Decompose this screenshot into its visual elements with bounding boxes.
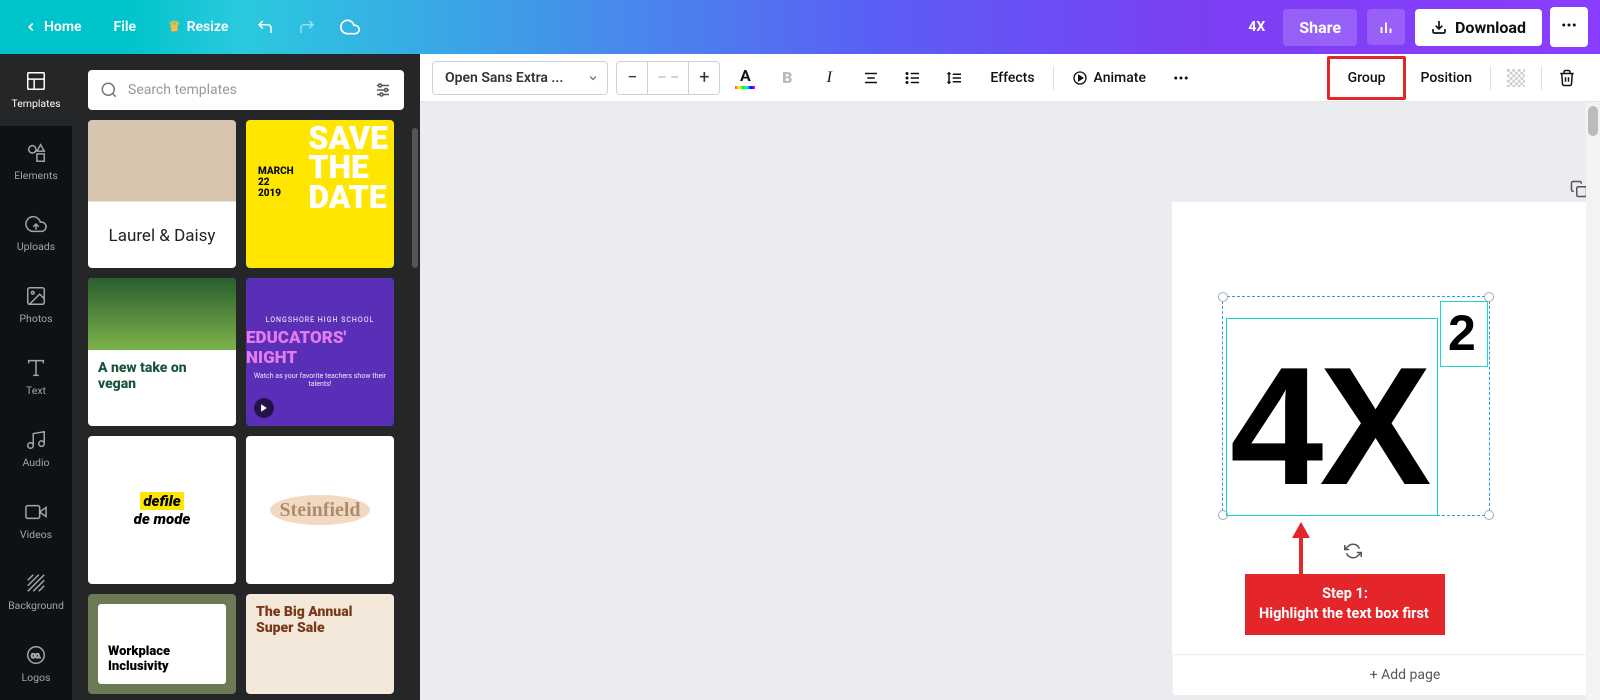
annotation-body: Highlight the text box first	[1259, 604, 1431, 624]
resize-label: Resize	[187, 19, 229, 35]
download-icon	[1431, 19, 1447, 35]
rail-label: Photos	[19, 312, 52, 325]
rail-text[interactable]: Text	[0, 341, 72, 413]
template-thumbnail[interactable]: SAVE THE DATE MARCH222019	[246, 120, 394, 268]
rail-videos[interactable]: Videos	[0, 485, 72, 557]
search-input[interactable]	[128, 82, 364, 98]
annotation-step1: Step 1: Highlight the text box first	[1245, 574, 1445, 635]
resize-button[interactable]: ♛ Resize	[156, 11, 240, 43]
italic-button[interactable]: I	[812, 61, 846, 95]
canvas-text-main[interactable]: 4X	[1230, 342, 1428, 510]
group-button[interactable]: Group	[1332, 61, 1402, 95]
rail-label: Logos	[22, 671, 51, 684]
animate-button[interactable]: Animate	[1062, 61, 1156, 95]
zoom-indicator: 4X	[1248, 19, 1265, 35]
rail-logos[interactable]: CO. Logos	[0, 628, 72, 700]
editor-area: Open Sans Extra ... − – – + A B I Effect…	[420, 54, 1600, 700]
rail-background[interactable]: Background	[0, 556, 72, 628]
template-title: Laurel & Daisy	[109, 226, 216, 246]
canvas-text-superscript[interactable]: 2	[1448, 304, 1476, 362]
more-menu-button[interactable]	[1550, 7, 1588, 47]
alignment-button[interactable]	[854, 61, 888, 95]
font-size-increase[interactable]: +	[689, 62, 719, 94]
delete-button[interactable]	[1550, 61, 1584, 95]
spacing-button[interactable]	[938, 61, 972, 95]
template-thumbnail[interactable]: defilede mode	[88, 436, 236, 584]
rail-label: Elements	[14, 169, 58, 182]
share-button[interactable]: Share	[1283, 9, 1357, 46]
rail-uploads[interactable]: Uploads	[0, 198, 72, 270]
filter-icon[interactable]	[374, 81, 392, 99]
template-title: Workplace Inclusivity	[108, 644, 216, 674]
rail-templates[interactable]: Templates	[0, 54, 72, 126]
annotation-arrow	[1286, 522, 1316, 582]
list-button[interactable]	[896, 61, 930, 95]
svg-text:CO.: CO.	[31, 652, 41, 660]
rail-label: Uploads	[17, 240, 55, 253]
group-button-highlight: Group	[1327, 56, 1407, 100]
scrollbar-thumb[interactable]	[412, 128, 418, 268]
download-label: Download	[1455, 18, 1526, 37]
stats-button[interactable]	[1367, 9, 1405, 45]
template-thumbnail[interactable]: LONGSHORE HIGH SCHOOL EDUCATORS' NIGHT W…	[246, 278, 394, 426]
rail-audio[interactable]: Audio	[0, 413, 72, 485]
font-dropdown[interactable]: Open Sans Extra ...	[432, 61, 608, 95]
home-label: Home	[44, 19, 82, 35]
templates-panel: Laurel & Daisy SAVE THE DATE MARCH222019…	[72, 54, 420, 700]
scrollbar-thumb[interactable]	[1588, 106, 1598, 136]
more-options-button[interactable]	[1164, 61, 1198, 95]
template-title: EDUCATORS' NIGHT	[246, 328, 394, 368]
resize-handle[interactable]	[1484, 510, 1494, 520]
undo-button[interactable]	[248, 10, 282, 44]
rotate-handle[interactable]	[1344, 542, 1362, 564]
font-size-stepper: − – – +	[616, 61, 720, 95]
template-title: A new take on vegan	[88, 350, 236, 402]
download-button[interactable]: Download	[1415, 9, 1542, 46]
template-thumbnail[interactable]: A new take on vegan	[88, 278, 236, 426]
rail-photos[interactable]: Photos	[0, 269, 72, 341]
transparency-button[interactable]	[1499, 61, 1533, 95]
effects-button[interactable]: Effects	[980, 61, 1044, 95]
rail-label: Background	[8, 599, 64, 612]
template-thumbnail[interactable]: Workplace Inclusivity	[88, 594, 236, 694]
chevron-down-icon	[587, 72, 599, 84]
rail-label: Templates	[11, 97, 60, 110]
add-page-bar[interactable]: + Add page	[1172, 654, 1600, 696]
bold-button[interactable]: B	[770, 61, 804, 95]
cloud-sync-icon[interactable]	[332, 9, 368, 45]
template-title: SAVE THE DATE	[308, 124, 388, 212]
play-icon	[254, 398, 274, 418]
edit-toolbar: Open Sans Extra ... − – – + A B I Effect…	[420, 54, 1600, 102]
file-label: File	[114, 19, 137, 35]
rail-elements[interactable]: Elements	[0, 126, 72, 198]
font-name: Open Sans Extra ...	[445, 70, 563, 86]
text-color-button[interactable]: A	[728, 61, 762, 95]
animate-icon	[1072, 70, 1088, 86]
crown-icon: ♛	[168, 19, 181, 35]
font-size-decrease[interactable]: −	[617, 62, 647, 94]
annotation-title: Step 1:	[1259, 584, 1431, 604]
search-box	[88, 70, 404, 110]
top-header: Home File ♛ Resize 4X Share Download	[0, 0, 1600, 54]
canvas-viewport[interactable]: 4X 2 Step 1: Highlight the text box firs…	[420, 102, 1600, 700]
redo-button[interactable]	[290, 10, 324, 44]
resize-handle[interactable]	[1218, 292, 1228, 302]
font-size-value[interactable]: – –	[647, 62, 689, 94]
file-button[interactable]: File	[102, 11, 149, 43]
left-rail: Templates Elements Uploads Photos Text A…	[0, 54, 72, 700]
template-thumbnail[interactable]: Steinfield	[246, 436, 394, 584]
rail-label: Text	[26, 384, 46, 397]
rail-label: Videos	[20, 528, 52, 541]
home-button[interactable]: Home	[12, 11, 94, 43]
template-thumbnail[interactable]: The Big Annual Super Sale	[246, 594, 394, 694]
template-title: The Big Annual Super Sale	[256, 604, 384, 636]
vertical-scrollbar[interactable]	[1586, 102, 1600, 700]
rail-label: Audio	[22, 456, 49, 469]
search-icon	[100, 81, 118, 99]
position-button[interactable]: Position	[1410, 61, 1482, 95]
template-thumbnail[interactable]: Laurel & Daisy	[88, 120, 236, 268]
